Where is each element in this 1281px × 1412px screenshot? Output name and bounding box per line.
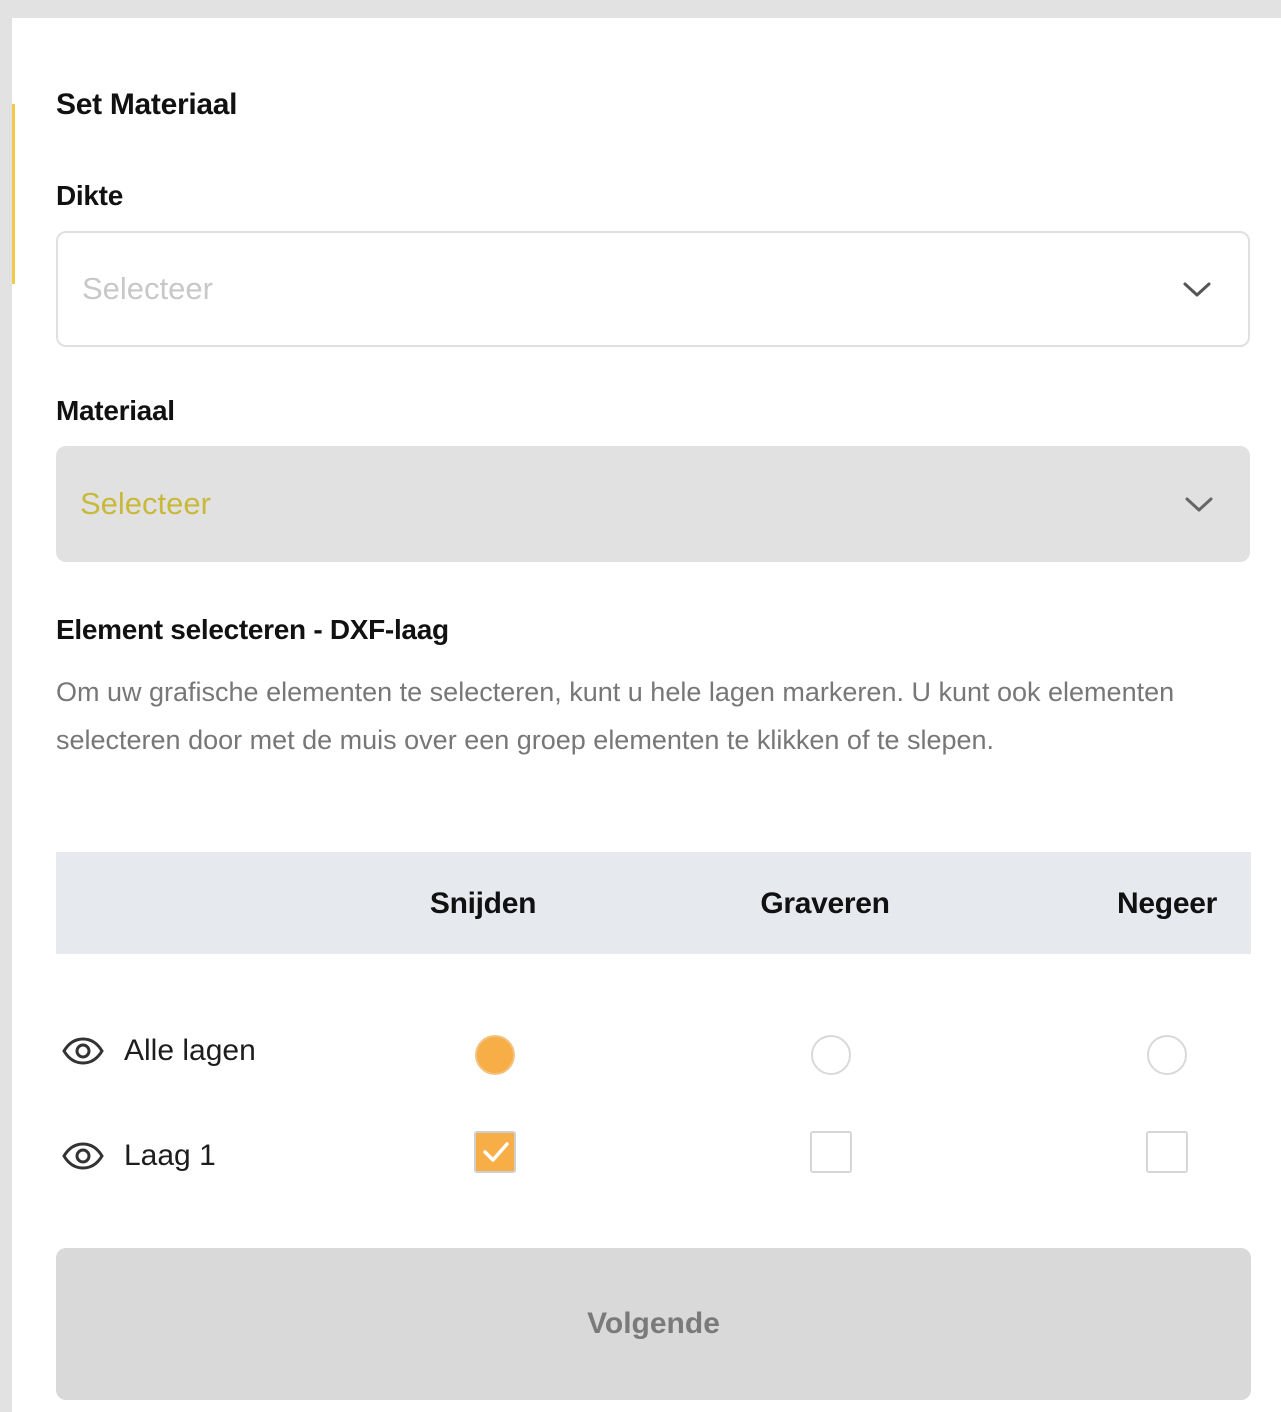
column-header-graveren: Graveren bbox=[760, 887, 890, 920]
thickness-select-placeholder: Selecteer bbox=[82, 271, 213, 306]
layer-row-label: Alle lagen bbox=[124, 1034, 256, 1067]
all-layers-graveren-radio[interactable] bbox=[811, 1035, 851, 1075]
layer1-negeer-checkbox[interactable] bbox=[1146, 1131, 1188, 1173]
layer-row-label: Laag 1 bbox=[124, 1139, 216, 1172]
material-select-placeholder: Selecteer bbox=[80, 486, 211, 521]
thickness-label: Dikte bbox=[56, 180, 123, 211]
chevron-down-icon bbox=[1183, 282, 1211, 297]
layer-row-all: Alle lagen bbox=[62, 1026, 256, 1076]
layer-table-header: Snijden Graveren Negeer bbox=[56, 852, 1251, 954]
layer1-snijden-checkbox[interactable] bbox=[474, 1131, 516, 1173]
column-header-negeer: Negeer bbox=[1117, 887, 1217, 920]
layer-section-heading: Element selecteren - DXF-laag bbox=[56, 614, 449, 645]
all-layers-snijden-radio[interactable] bbox=[475, 1035, 515, 1075]
material-label: Materiaal bbox=[56, 395, 175, 426]
accent-bar bbox=[12, 104, 15, 284]
next-button[interactable]: Volgende bbox=[56, 1248, 1251, 1400]
page-title: Set Materiaal bbox=[56, 88, 238, 121]
all-layers-negeer-radio[interactable] bbox=[1147, 1035, 1187, 1075]
eye-icon[interactable] bbox=[62, 1037, 104, 1065]
eye-icon[interactable] bbox=[62, 1142, 104, 1170]
checkmark-icon bbox=[483, 1142, 509, 1162]
thickness-select[interactable]: Selecteer bbox=[56, 231, 1250, 347]
material-select[interactable]: Selecteer bbox=[56, 446, 1250, 562]
layer-section-description: Om uw grafische elementen te selecteren,… bbox=[56, 677, 1175, 755]
layer1-graveren-checkbox[interactable] bbox=[810, 1131, 852, 1173]
layer-row-1: Laag 1 bbox=[62, 1131, 216, 1181]
chevron-down-icon bbox=[1185, 497, 1213, 512]
next-button-label: Volgende bbox=[587, 1307, 720, 1340]
column-header-snijden: Snijden bbox=[429, 887, 537, 920]
